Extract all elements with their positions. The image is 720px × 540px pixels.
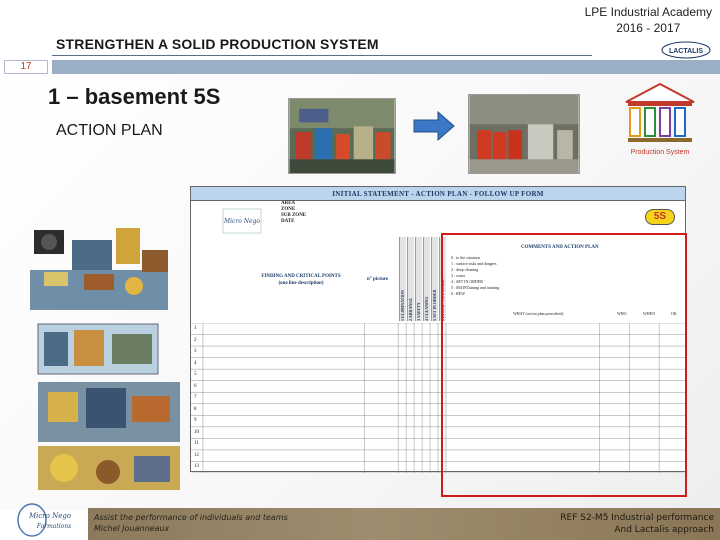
row-number: 3 — [194, 349, 197, 355]
academy-label: LPE Industrial Academy 2016 - 2017 — [585, 4, 712, 36]
row-number: 1 — [194, 326, 197, 331]
production-system-caption: Production System — [631, 149, 690, 156]
form-logo-text: Micro Nego — [223, 218, 260, 225]
five-s-badge-icon: 5S — [645, 209, 675, 225]
micro-nego-logo-icon: Micro Nego Formations — [17, 503, 71, 537]
vertical-header-4: 4 CLEANING — [424, 296, 429, 321]
footer-logo-line2: Formations — [36, 523, 71, 530]
form-heading: INITIAL STATEMENT - ACTION PLAN - FOLLOW… — [191, 187, 685, 201]
vertical-header-3: 3 SAFETY — [416, 302, 421, 321]
row-number: 13 — [194, 464, 199, 470]
vertical-header-5: 5 SET IN ORDER — [432, 289, 437, 321]
row-number: 8 — [194, 406, 197, 412]
page-title: STRENGTHEN A SOLID PRODUCTION SYSTEM — [56, 36, 379, 52]
row-number: 6 — [194, 383, 197, 389]
finding-header-title: FINDING AND CRITICAL POINTS — [261, 274, 341, 279]
section-title: 1 – basement 5S — [48, 84, 221, 109]
before-photo — [288, 98, 396, 174]
arrow-right-icon — [413, 110, 455, 142]
footer-left-text: Assist the performance of individuals an… — [94, 512, 288, 534]
slide-number: 17 — [4, 60, 48, 74]
row-number: 9 — [194, 418, 197, 424]
vertical-header-1: 1 ELIMINATION — [400, 290, 405, 321]
footer-tagline: Assist the performance of individuals an… — [94, 513, 288, 522]
footer-approach: And Lactalis approach — [614, 525, 714, 535]
row-number: 2 — [194, 337, 197, 343]
finding-header-sub: (one line description) — [278, 281, 324, 286]
academy-year: 2016 - 2017 — [616, 21, 681, 35]
action-plan-subtitle: ACTION PLAN — [56, 122, 163, 139]
row-number: 4 — [194, 360, 197, 366]
comments-highlight-frame — [441, 233, 687, 497]
academy-name: LPE Industrial Academy — [584, 5, 712, 19]
picture-header: n° picture — [367, 277, 389, 282]
micro-nego-form-logo-icon: Micro Nego — [222, 208, 262, 234]
cluttered-workshop-illustration — [37, 323, 180, 490]
finding-header: FINDING AND CRITICAL POINTS (one line de… — [231, 273, 371, 287]
header-divider — [52, 55, 592, 56]
row-number: 7 — [194, 395, 197, 401]
footer-author: Michel Jouanneaux — [94, 524, 170, 533]
lactalis-logo-icon: LACTALIS — [661, 41, 711, 59]
lactalis-logo-text: LACTALIS — [669, 48, 703, 55]
footer-reference: REF S2-M5 Industrial performance — [560, 513, 714, 523]
meta-date: DATE — [281, 219, 295, 224]
vertical-header-2: 2 ARRANGE — [408, 297, 413, 321]
footer-logo-line1: Micro Nego — [28, 512, 71, 520]
form-meta-fields: AREA ZONE SUB ZONE DATE — [281, 201, 306, 225]
footer: Assist the performance of individuals an… — [0, 508, 720, 540]
row-number: 12 — [194, 452, 199, 458]
row-number: 11 — [194, 441, 199, 447]
row-number: 5 — [194, 372, 197, 378]
cluttered-desk-illustration — [30, 228, 168, 310]
footer-right-text: REF S2-M5 Industrial performance And Lac… — [560, 512, 714, 536]
production-system-house-icon: Production System — [625, 82, 695, 156]
after-photo — [468, 94, 580, 174]
row-number: 10 — [194, 429, 199, 435]
slide-bar — [52, 60, 720, 74]
